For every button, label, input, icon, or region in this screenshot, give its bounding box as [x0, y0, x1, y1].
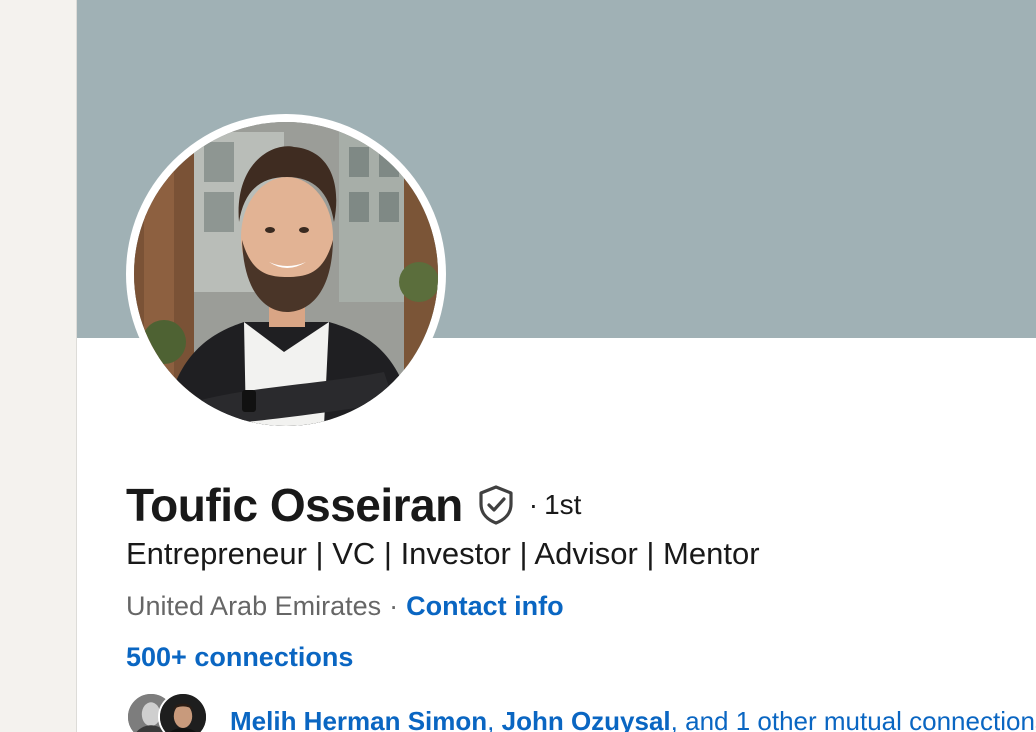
- profile-photo-image: [134, 122, 438, 426]
- name-row: Toufic Osseiran · 1st: [126, 478, 581, 532]
- profile-photo[interactable]: [134, 122, 438, 426]
- shield-check-icon[interactable]: [477, 485, 515, 525]
- mutual-connections-text: Melih Herman Simon, John Ozuysal, and 1 …: [230, 706, 1036, 732]
- contact-info-link[interactable]: Contact info: [406, 591, 563, 621]
- location-separator: ·: [389, 591, 399, 621]
- connections-link[interactable]: 500+ connections: [126, 642, 353, 673]
- mutual-name-1[interactable]: Melih Herman Simon: [230, 706, 487, 732]
- mutual-name-2[interactable]: John Ozuysal: [502, 706, 671, 732]
- mutual-avatars[interactable]: [126, 692, 216, 732]
- mutual-connections: Melih Herman Simon, John Ozuysal, and 1 …: [126, 692, 1036, 732]
- profile-card: Toufic Osseiran · 1st Entrepreneur | VC |…: [76, 0, 1036, 732]
- mutual-separator: ,: [487, 705, 502, 732]
- connection-degree: · 1st: [529, 489, 582, 521]
- profile-headline: Entrepreneur | VC | Investor | Advisor |…: [126, 536, 760, 571]
- location-row: United Arab Emirates · Contact info: [126, 591, 564, 622]
- mutual-avatar: [158, 692, 208, 732]
- degree-separator: ·: [528, 489, 539, 520]
- mutual-others-link[interactable]: , and 1 other mutual connections: [671, 706, 1036, 732]
- profile-location: United Arab Emirates: [126, 591, 382, 621]
- profile-name: Toufic Osseiran: [126, 479, 463, 531]
- degree-label: 1st: [544, 489, 582, 520]
